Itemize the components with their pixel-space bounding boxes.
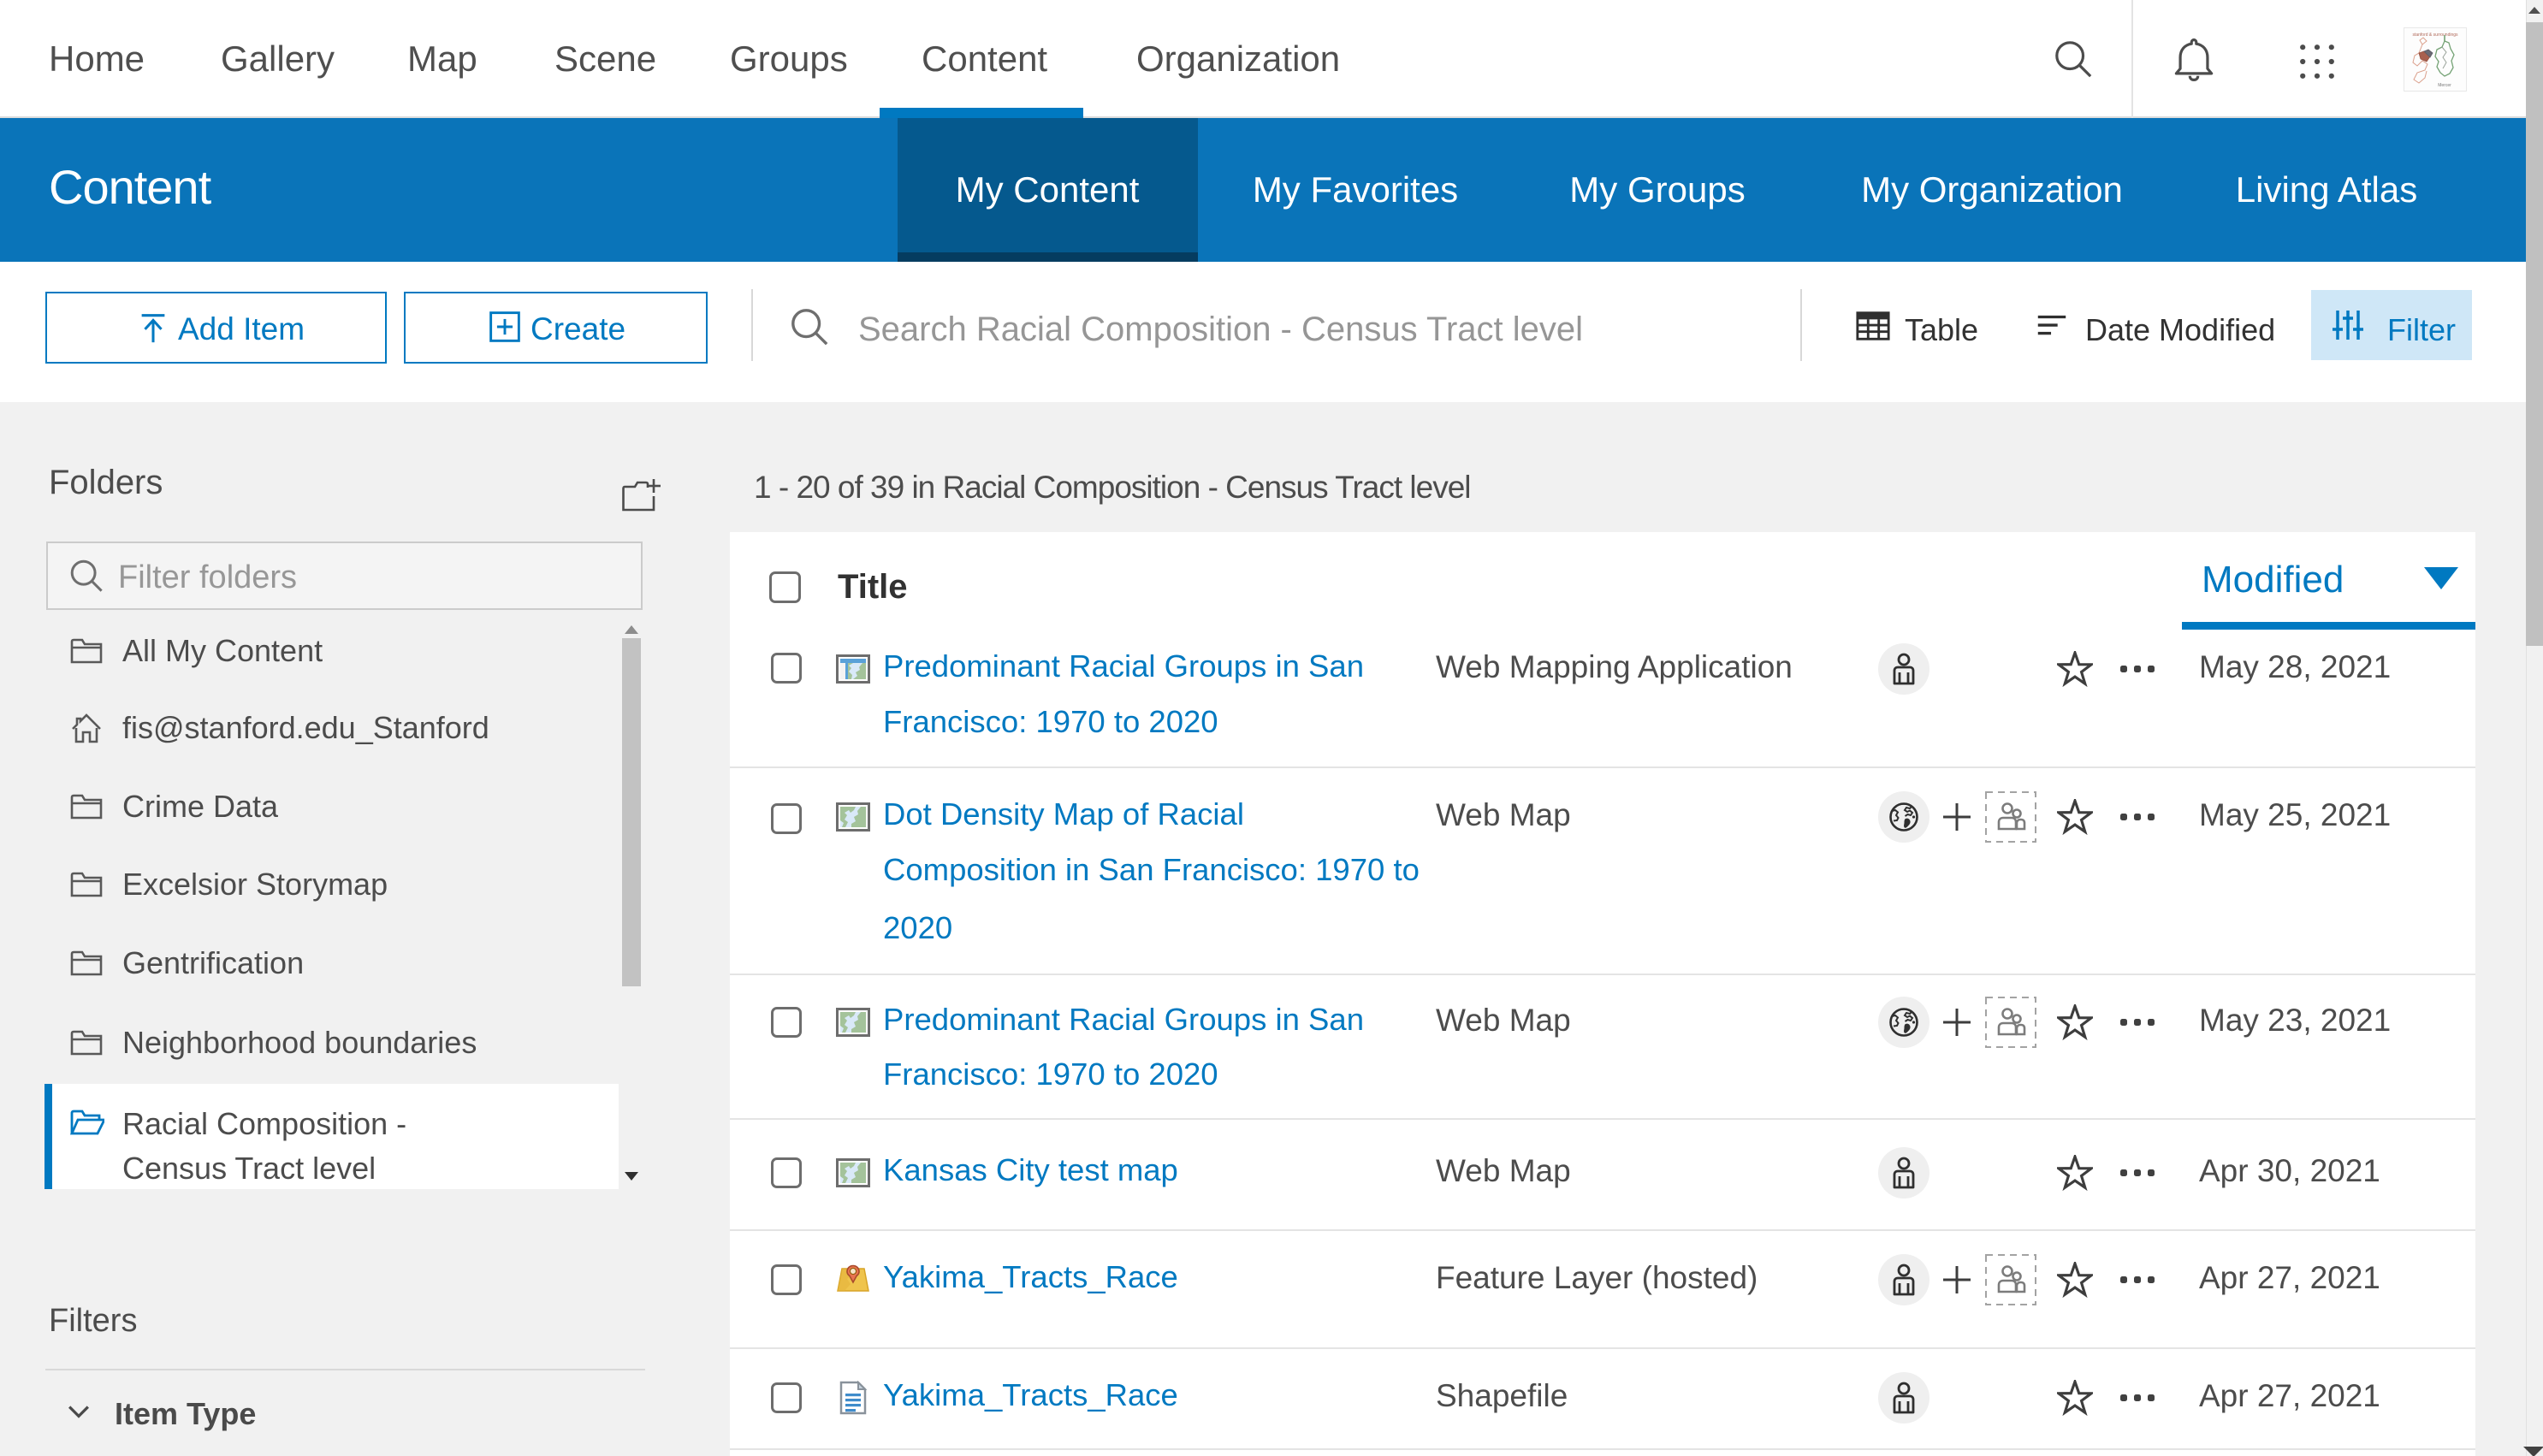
svg-text:stanford & surroundings: stanford & surroundings — [2412, 33, 2458, 38]
svg-text:Mercer: Mercer — [2438, 83, 2451, 88]
